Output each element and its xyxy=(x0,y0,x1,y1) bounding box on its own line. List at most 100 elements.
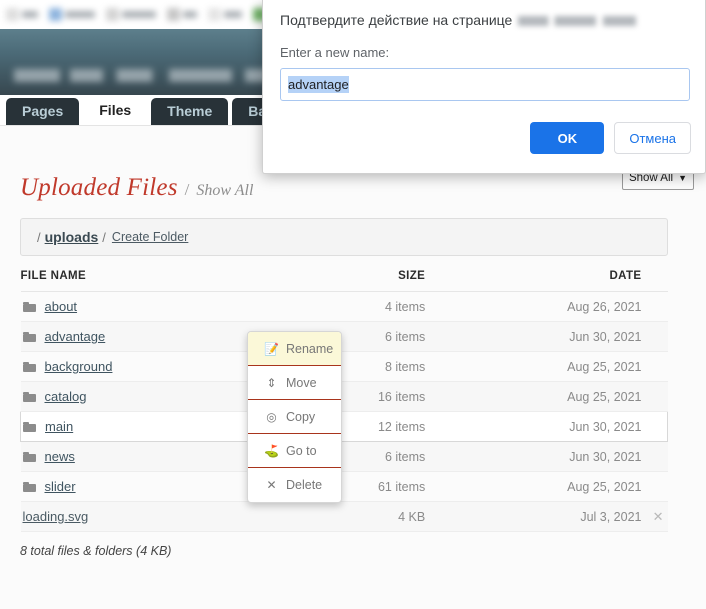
tab-theme[interactable]: Theme xyxy=(151,98,229,125)
bookmark-favicon-icon xyxy=(208,8,221,21)
bookmark-label xyxy=(183,11,197,18)
golf-flag-icon: ⛳ xyxy=(264,443,279,458)
column-header-date[interactable]: DATE xyxy=(425,268,642,292)
bookmark-label xyxy=(122,11,156,18)
delete-row-icon[interactable]: ✕ xyxy=(653,509,664,524)
context-menu-item-move[interactable]: ⇕ Move xyxy=(248,366,341,400)
file-name-link[interactable]: about xyxy=(45,299,78,314)
tab-pages[interactable]: Pages xyxy=(6,98,80,125)
rename-input[interactable]: advantage xyxy=(280,68,690,101)
bookmark-label xyxy=(65,11,95,18)
dialog-cancel-button[interactable]: Отмена xyxy=(614,122,691,154)
breadcrumb: / uploads / Create Folder xyxy=(20,218,668,256)
file-name-link[interactable]: advantage xyxy=(45,329,106,344)
context-menu-item-label: Rename xyxy=(286,341,334,356)
screen-root: PagesFilesThemeBackup Uploaded Files / S… xyxy=(0,0,706,609)
move-icon: ⇕ xyxy=(266,375,277,390)
bookmark-favicon-icon xyxy=(167,8,180,21)
context-menu-item-label: Move xyxy=(286,375,317,390)
dialog-title-row: Подтвердите действие на странице xyxy=(280,12,637,28)
cell-actions xyxy=(641,441,668,472)
files-content-panel: Uploaded Files / Show All Show All ▼ / up… xyxy=(0,125,706,609)
create-folder-link[interactable]: Create Folder xyxy=(112,230,188,244)
folder-icon xyxy=(22,481,36,492)
context-menu-item-delete[interactable]: ✕ Delete xyxy=(248,468,341,502)
close-icon: ✕ xyxy=(266,478,277,492)
bookmark-item[interactable] xyxy=(6,8,38,21)
table-row[interactable]: main 12 items Jun 30, 2021 xyxy=(19,411,668,442)
file-name-link[interactable]: loading.svg xyxy=(23,509,89,524)
file-name-link[interactable]: news xyxy=(45,449,75,464)
page-title: Uploaded Files xyxy=(20,174,178,201)
table-row[interactable]: advantage 6 items Jun 30, 2021 xyxy=(20,321,668,352)
dialog-title: Подтвердите действие на странице xyxy=(280,12,513,28)
cell-date: Aug 25, 2021 xyxy=(425,351,642,382)
file-name-link[interactable]: background xyxy=(45,359,113,374)
file-table: FILE NAME SIZE DATE about 4 items Aug 26, … xyxy=(19,268,668,532)
tab-files[interactable]: Files xyxy=(83,95,148,125)
file-name-link[interactable]: slider xyxy=(45,479,76,494)
dialog-domain-blurred xyxy=(518,16,637,27)
bookmark-item[interactable] xyxy=(167,8,197,21)
rename-input-value: advantage xyxy=(288,76,349,93)
bookmark-item[interactable] xyxy=(106,8,156,21)
column-header-size[interactable]: SIZE xyxy=(287,268,426,292)
cell-date: Aug 26, 2021 xyxy=(425,291,642,322)
context-menu-item-go-to[interactable]: ⛳ Go to xyxy=(248,434,341,468)
file-name-link[interactable]: catalog xyxy=(45,389,87,404)
table-row[interactable]: about 4 items Aug 26, 2021 xyxy=(20,291,668,322)
table-row[interactable]: news 6 items Jun 30, 2021 xyxy=(20,441,668,472)
context-menu-item-copy[interactable]: ◎ Copy xyxy=(248,400,341,434)
cell-actions xyxy=(641,291,668,322)
bookmark-item[interactable] xyxy=(49,8,95,21)
cell-date: Jun 30, 2021 xyxy=(425,441,642,472)
folder-icon xyxy=(22,361,36,372)
dialog-ok-button[interactable]: OK xyxy=(530,122,605,154)
table-row[interactable]: background 8 items Aug 25, 2021 xyxy=(20,351,668,382)
folder-icon xyxy=(22,391,36,402)
dialog-button-row: OK Отмена xyxy=(530,122,691,154)
chevron-down-icon: ▼ xyxy=(678,173,687,183)
pencil-icon: 📝 xyxy=(264,341,279,356)
cell-date: Jun 30, 2021 xyxy=(425,411,642,442)
file-name-link[interactable]: main xyxy=(45,419,73,434)
cell-actions xyxy=(641,351,668,382)
table-row[interactable]: catalog 16 items Aug 25, 2021 xyxy=(20,381,668,412)
table-row[interactable]: slider 61 items Aug 25, 2021 xyxy=(20,471,668,502)
cell-file-name: loading.svg xyxy=(20,501,288,532)
context-menu-item-label: Go to xyxy=(286,443,317,458)
folder-icon xyxy=(22,331,36,342)
breadcrumb-leading-slash: / xyxy=(37,229,41,245)
cell-date: Aug 25, 2021 xyxy=(425,381,642,412)
context-menu-item-label: Copy xyxy=(286,409,316,424)
cell-actions xyxy=(641,471,668,502)
bookmark-favicon-icon xyxy=(6,8,19,21)
file-table-body: about 4 items Aug 26, 2021 advantage 6 items… xyxy=(19,291,668,532)
context-menu-item-rename[interactable]: 📝 Rename xyxy=(248,332,341,366)
cell-actions xyxy=(641,411,668,442)
bookmark-favicon-icon xyxy=(49,8,62,21)
column-header-actions xyxy=(641,268,668,292)
file-table-header-row: FILE NAME SIZE DATE xyxy=(20,268,668,292)
javascript-prompt-dialog: Подтвердите действие на странице Enter a… xyxy=(262,0,706,174)
cell-date: Jul 3, 2021 xyxy=(425,501,642,532)
bookmark-item[interactable] xyxy=(208,8,242,21)
folder-icon xyxy=(22,451,36,462)
cell-size: 4 KB xyxy=(287,501,426,532)
breadcrumb-uploads-link[interactable]: uploads xyxy=(45,229,99,245)
page-title-row: Uploaded Files / Show All xyxy=(20,174,253,202)
breadcrumb-mid-slash: / xyxy=(102,229,106,245)
cell-actions: ✕ xyxy=(641,501,668,532)
table-row[interactable]: loading.svg 4 KB Jul 3, 2021 ✕ xyxy=(20,501,668,532)
file-table-head: FILE NAME SIZE DATE xyxy=(20,268,668,292)
title-show-all-link[interactable]: Show All xyxy=(196,182,253,200)
context-menu-item-label: Delete xyxy=(286,478,323,492)
folder-icon xyxy=(22,301,36,312)
column-header-file-name[interactable]: FILE NAME xyxy=(20,268,288,292)
bookmark-favicon-icon xyxy=(106,8,119,21)
file-context-menu[interactable]: 📝 Rename ⇕ Move ◎ Copy ⛳ Go to ✕ Delete xyxy=(247,331,342,503)
cell-date: Aug 25, 2021 xyxy=(425,471,642,502)
cell-date: Jun 30, 2021 xyxy=(425,321,642,352)
folder-icon xyxy=(23,421,36,432)
cell-actions xyxy=(641,321,668,352)
